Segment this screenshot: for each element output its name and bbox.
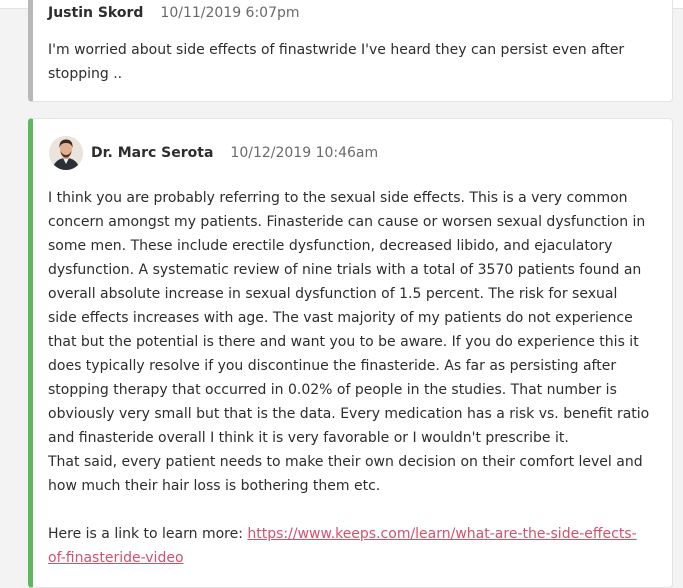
comment-card: Justin Skord 10/11/2019 6:07pm I'm worri… xyxy=(28,0,673,102)
comment-meta: Justin Skord 10/11/2019 6:07pm xyxy=(48,5,300,21)
comment-body: I think you are probably referring to th… xyxy=(48,186,650,570)
comment-text: I'm worried about side effects of finast… xyxy=(48,42,625,82)
comment-author[interactable]: Justin Skord xyxy=(48,5,143,21)
comment-body: I'm worried about side effects of finast… xyxy=(48,38,650,86)
comment-author[interactable]: Dr. Marc Serota xyxy=(91,145,213,161)
doctor-avatar-icon xyxy=(49,136,83,170)
comment-link-line: Here is a link to learn more: https://ww… xyxy=(48,522,650,570)
avatar[interactable] xyxy=(49,136,83,170)
comment-paragraph: That said, every patient needs to make t… xyxy=(48,454,643,494)
comment-paragraph: I think you are probably referring to th… xyxy=(48,190,650,446)
comment-meta: Dr. Marc Serota 10/12/2019 10:46am xyxy=(49,136,378,170)
comment-timestamp: 10/11/2019 6:07pm xyxy=(160,5,300,21)
comment-timestamp: 10/12/2019 10:46am xyxy=(230,145,379,161)
link-prefix: Here is a link to learn more: xyxy=(48,526,248,542)
comment-spacer xyxy=(48,498,650,522)
comment-card-reply: Dr. Marc Serota 10/12/2019 10:46am I thi… xyxy=(28,118,673,588)
